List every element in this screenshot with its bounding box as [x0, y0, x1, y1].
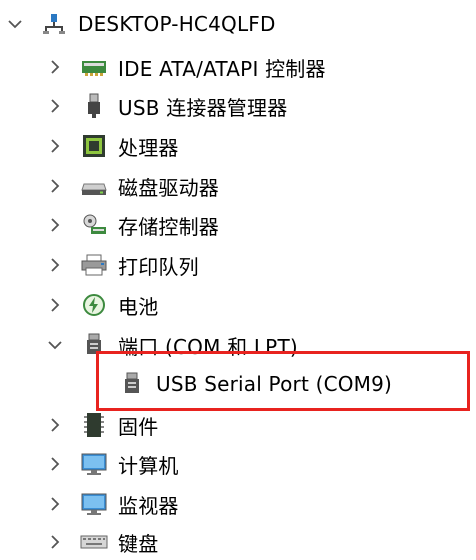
- tree-item-label: 固件: [118, 414, 159, 439]
- tree-item-keyboard[interactable]: 键盘: [44, 524, 158, 560]
- tree-item-label: 磁盘驱动器: [118, 175, 219, 200]
- tree-item-usb-connector[interactable]: USB 连接器管理器: [44, 88, 287, 124]
- storage-controller-icon: [80, 211, 108, 239]
- tree-item-ide[interactable]: IDE ATA/ATAPI 控制器: [44, 49, 326, 85]
- chevron-right-icon[interactable]: [44, 254, 66, 276]
- usb-connector-icon: [80, 92, 108, 120]
- highlight-box: [96, 351, 470, 411]
- device-tree: DESKTOP-HC4QLFD IDE ATA/ATAPI 控制器 USB 连接…: [0, 0, 476, 558]
- tree-item-label: 监视器: [118, 493, 179, 518]
- chevron-right-icon[interactable]: [44, 493, 66, 515]
- keyboard-icon: [80, 528, 108, 556]
- chevron-right-icon[interactable]: [44, 453, 66, 475]
- battery-icon: [80, 291, 108, 319]
- chevron-right-icon[interactable]: [44, 294, 66, 316]
- tree-root-label: DESKTOP-HC4QLFD: [78, 12, 276, 36]
- chevron-right-icon[interactable]: [44, 95, 66, 117]
- chevron-down-icon[interactable]: [4, 13, 26, 35]
- tree-root[interactable]: DESKTOP-HC4QLFD: [4, 6, 276, 42]
- ide-controller-icon: [80, 53, 108, 81]
- chevron-right-icon[interactable]: [44, 56, 66, 78]
- chevron-right-icon[interactable]: [44, 214, 66, 236]
- tree-item-label: 电池: [118, 294, 159, 319]
- tree-item-label: USB 连接器管理器: [118, 95, 288, 120]
- tree-item-disk-drives[interactable]: 磁盘驱动器: [44, 168, 219, 204]
- computer-icon: [80, 450, 108, 478]
- firmware-icon: [80, 411, 108, 439]
- monitor-icon: [80, 490, 108, 518]
- tree-item-label: 计算机: [118, 453, 179, 478]
- processor-icon: [80, 132, 108, 160]
- tree-item-battery[interactable]: 电池: [44, 287, 158, 323]
- chevron-right-icon[interactable]: [44, 175, 66, 197]
- tree-item-label: 键盘: [118, 531, 159, 556]
- chevron-right-icon[interactable]: [44, 531, 66, 553]
- tree-item-label: IDE ATA/ATAPI 控制器: [118, 56, 326, 81]
- tree-item-monitor[interactable]: 监视器: [44, 486, 179, 522]
- chevron-right-icon[interactable]: [44, 135, 66, 157]
- tree-item-label: 打印队列: [118, 254, 199, 279]
- computer-network-icon: [40, 10, 68, 38]
- printer-icon: [80, 251, 108, 279]
- tree-item-firmware[interactable]: 固件: [44, 407, 158, 443]
- tree-item-processor[interactable]: 处理器: [44, 128, 179, 164]
- disk-drive-icon: [80, 172, 108, 200]
- chevron-down-icon[interactable]: [44, 334, 66, 356]
- tree-item-computer[interactable]: 计算机: [44, 446, 179, 482]
- tree-item-storage-controllers[interactable]: 存储控制器: [44, 207, 219, 243]
- tree-item-label: 存储控制器: [118, 214, 219, 239]
- chevron-right-icon[interactable]: [44, 414, 66, 436]
- tree-item-label: 处理器: [118, 135, 179, 160]
- tree-item-print-queues[interactable]: 打印队列: [44, 247, 199, 283]
